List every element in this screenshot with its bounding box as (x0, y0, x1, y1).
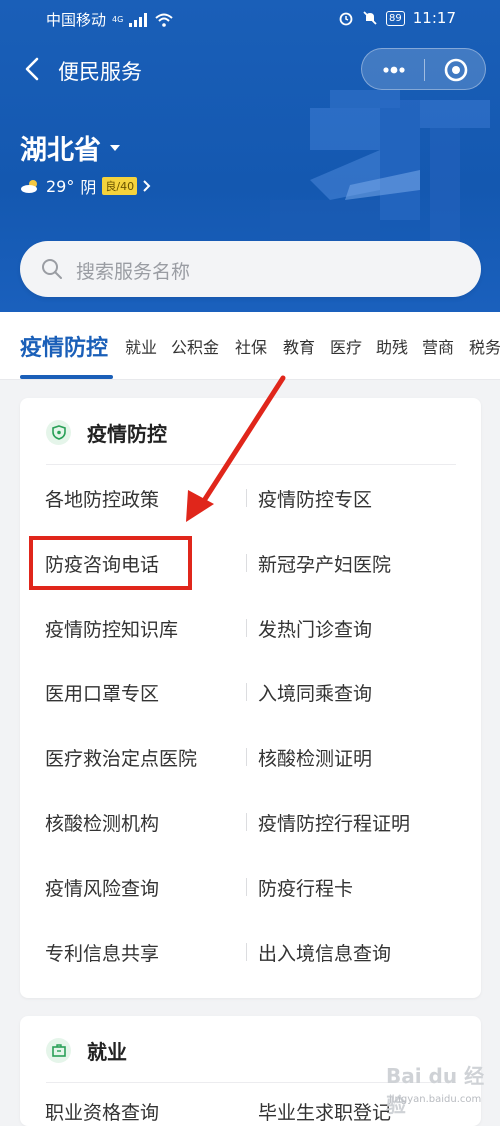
tab-tax[interactable]: 税务 (469, 334, 500, 358)
column-divider (246, 748, 247, 767)
more-options-icon[interactable] (379, 57, 409, 83)
tab-employment[interactable]: 就业 (125, 334, 157, 358)
column-divider (246, 813, 247, 831)
service-item[interactable]: 医用口罩专区 (45, 679, 159, 706)
column-divider (246, 618, 247, 637)
status-bar: 中国移动 4G 89 11:17 (0, 0, 500, 36)
capsule-divider (424, 59, 425, 81)
service-item[interactable]: 职业资格查询 (45, 1098, 159, 1125)
service-item[interactable]: 医疗救治定点医院 (45, 744, 197, 771)
clock: 11:17 (412, 9, 456, 27)
active-tab-indicator (20, 375, 113, 379)
service-item[interactable]: 防疫行程卡 (258, 874, 353, 901)
service-item[interactable]: 入境同乘查询 (258, 679, 372, 706)
weather-condition: 阴 (80, 178, 97, 197)
tab-housing-fund[interactable]: 公积金 (171, 334, 219, 358)
column-divider (246, 553, 247, 572)
decorative-logo-graphic (270, 90, 490, 250)
section-title: 就业 (87, 1040, 127, 1064)
aqi-badge: 良/40 (102, 177, 138, 195)
service-item[interactable]: 疫情风险查询 (45, 874, 159, 901)
column-divider (246, 942, 247, 961)
service-item[interactable]: 疫情防控专区 (258, 485, 372, 512)
tab-disability-aid[interactable]: 助残 (376, 334, 408, 358)
search-placeholder: 搜索服务名称 (76, 261, 191, 283)
province-selector[interactable]: 湖北省 (20, 128, 121, 167)
temperature: 29° (46, 176, 75, 196)
service-item[interactable]: 各地防控政策 (45, 485, 159, 512)
service-item[interactable]: 出入境信息查询 (258, 939, 391, 966)
miniprogram-capsule (361, 48, 486, 90)
section-header: 疫情防控 (46, 418, 167, 447)
column-divider (246, 489, 247, 507)
tab-business[interactable]: 营商 (422, 334, 454, 358)
category-tabs: 疫情防控 就业 公积金 社保 教育 医疗 助残 营商 税务 (0, 312, 500, 380)
service-item[interactable]: 疫情防控行程证明 (258, 809, 410, 836)
search-bar[interactable]: 搜索服务名称 (20, 241, 481, 297)
navigation-bar: 便民服务 (0, 44, 500, 94)
shield-icon (46, 420, 71, 445)
signal-icon (129, 12, 148, 27)
section-header: 就业 (46, 1036, 127, 1065)
network-type: 4G (112, 15, 124, 24)
highlight-box (29, 536, 192, 590)
column-divider (246, 877, 247, 896)
tab-social-security[interactable]: 社保 (235, 334, 267, 358)
page-title: 便民服务 (58, 60, 142, 84)
tab-epidemic-prevention[interactable]: 疫情防控 (20, 330, 108, 362)
dropdown-caret-icon (110, 144, 120, 151)
tab-medical[interactable]: 医疗 (330, 334, 362, 358)
watermark-url: jingyan.baidu.com (389, 1094, 482, 1105)
tab-education[interactable]: 教育 (283, 334, 315, 358)
weather-info[interactable]: 29° 阴 良/40 (20, 174, 151, 198)
alarm-icon (339, 12, 353, 26)
close-miniprogram-icon[interactable] (441, 57, 471, 83)
service-item[interactable]: 核酸检测证明 (258, 744, 372, 771)
battery-level: 89 (386, 10, 405, 26)
service-item[interactable]: 疫情防控知识库 (45, 615, 178, 642)
wifi-icon (155, 13, 173, 27)
province-name: 湖北省 (20, 135, 101, 166)
carrier-name: 中国移动 (46, 11, 107, 29)
mute-icon (363, 11, 377, 25)
column-divider (246, 683, 247, 702)
chevron-right-icon (143, 180, 151, 192)
briefcase-icon (46, 1038, 71, 1063)
section-title: 疫情防控 (87, 422, 167, 446)
service-item[interactable]: 核酸检测机构 (45, 809, 159, 836)
back-arrow-icon[interactable] (18, 54, 48, 84)
service-item[interactable]: 发热门诊查询 (258, 615, 372, 642)
section-divider (46, 464, 456, 465)
cloudy-weather-icon (21, 180, 37, 193)
service-item[interactable]: 专利信息共享 (45, 939, 159, 966)
search-icon (42, 259, 62, 279)
service-item[interactable]: 新冠孕产妇医院 (258, 550, 391, 577)
service-item[interactable]: 毕业生求职登记 (258, 1098, 391, 1125)
